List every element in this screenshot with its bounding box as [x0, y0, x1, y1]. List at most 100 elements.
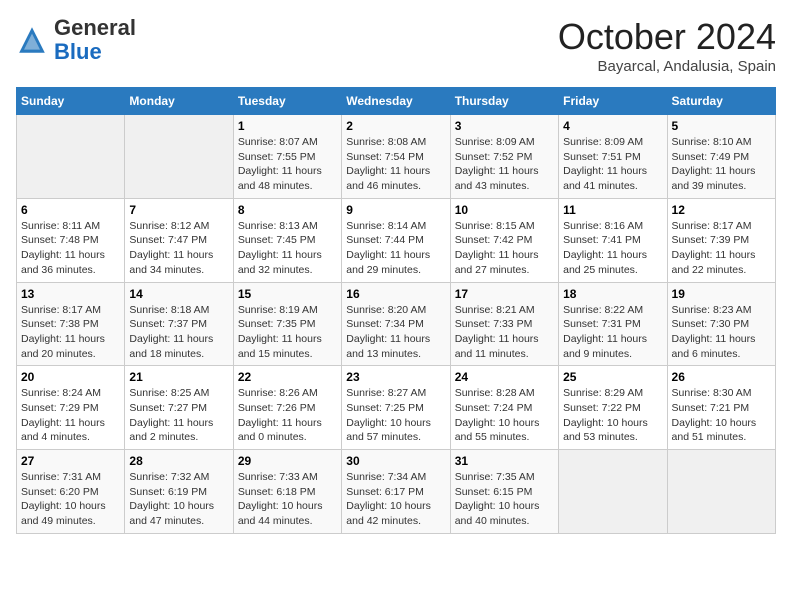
day-number: 17 — [455, 287, 554, 301]
calendar-cell: 16 Sunrise: 8:20 AM Sunset: 7:34 PM Dayli… — [342, 282, 450, 366]
calendar-week-row: 13 Sunrise: 8:17 AM Sunset: 7:38 PM Dayli… — [17, 282, 776, 366]
calendar-cell: 22Sunrise: 8:26 AM Sunset: 7:26 PM Dayli… — [233, 366, 341, 450]
calendar-week-row: 1 Sunrise: 8:07 AM Sunset: 7:55 PM Daylig… — [17, 115, 776, 199]
calendar-week-row: 6 Sunrise: 8:11 AM Sunset: 7:48 PM Daylig… — [17, 198, 776, 282]
day-number: 13 — [21, 287, 120, 301]
logo-icon — [16, 24, 48, 56]
day-number: 19 — [672, 287, 771, 301]
page-header: General Blue October 2024 Bayarcal, Anda… — [16, 16, 776, 75]
calendar-cell: 9 Sunrise: 8:14 AM Sunset: 7:44 PM Daylig… — [342, 198, 450, 282]
day-number: 7 — [129, 203, 228, 217]
day-number: 10 — [455, 203, 554, 217]
day-info: Sunrise: 7:34 AM Sunset: 6:17 PM Dayligh… — [346, 470, 445, 529]
day-number: 8 — [238, 203, 337, 217]
calendar-cell: 13 Sunrise: 8:17 AM Sunset: 7:38 PM Dayli… — [17, 282, 125, 366]
day-info: Sunrise: 8:25 AM Sunset: 7:27 PM Dayligh… — [129, 386, 228, 445]
day-info: Sunrise: 8:16 AM Sunset: 7:41 PM Dayligh… — [563, 219, 662, 278]
weekday-header: Thursday — [450, 88, 558, 115]
calendar-cell: 19 Sunrise: 8:23 AM Sunset: 7:30 PM Dayli… — [667, 282, 775, 366]
day-number: 18 — [563, 287, 662, 301]
day-info: Sunrise: 8:15 AM Sunset: 7:42 PM Dayligh… — [455, 219, 554, 278]
calendar-cell: 26 Sunrise: 8:30 AM Sunset: 7:21 PM Dayli… — [667, 366, 775, 450]
calendar-cell: 12 Sunrise: 8:17 AM Sunset: 7:39 PM Dayli… — [667, 198, 775, 282]
weekday-header: Saturday — [667, 88, 775, 115]
day-info: Sunrise: 8:17 AM Sunset: 7:39 PM Dayligh… — [672, 219, 771, 278]
day-info: Sunrise: 8:09 AM Sunset: 7:51 PM Dayligh… — [563, 135, 662, 194]
day-info: Sunrise: 8:22 AM Sunset: 7:31 PM Dayligh… — [563, 303, 662, 362]
logo-blue-text: Blue — [54, 39, 102, 64]
day-number: 26 — [672, 370, 771, 384]
day-info: Sunrise: 7:31 AM Sunset: 6:20 PM Dayligh… — [21, 470, 120, 529]
weekday-header: Tuesday — [233, 88, 341, 115]
day-info: Sunrise: 7:33 AM Sunset: 6:18 PM Dayligh… — [238, 470, 337, 529]
calendar-cell: 31Sunrise: 7:35 AM Sunset: 6:15 PM Dayli… — [450, 450, 558, 534]
day-info: Sunrise: 8:20 AM Sunset: 7:34 PM Dayligh… — [346, 303, 445, 362]
calendar-cell — [17, 115, 125, 199]
day-number: 24 — [455, 370, 554, 384]
day-number: 30 — [346, 454, 445, 468]
day-number: 21 — [129, 370, 228, 384]
calendar-cell: 2 Sunrise: 8:08 AM Sunset: 7:54 PM Daylig… — [342, 115, 450, 199]
calendar-cell: 18 Sunrise: 8:22 AM Sunset: 7:31 PM Dayli… — [559, 282, 667, 366]
calendar-header: SundayMondayTuesdayWednesdayThursdayFrid… — [17, 88, 776, 115]
day-info: Sunrise: 7:35 AM Sunset: 6:15 PM Dayligh… — [455, 470, 554, 529]
calendar-cell: 14Sunrise: 8:18 AM Sunset: 7:37 PM Dayli… — [125, 282, 233, 366]
day-info: Sunrise: 8:27 AM Sunset: 7:25 PM Dayligh… — [346, 386, 445, 445]
day-number: 27 — [21, 454, 120, 468]
day-info: Sunrise: 8:23 AM Sunset: 7:30 PM Dayligh… — [672, 303, 771, 362]
calendar-cell: 5Sunrise: 8:10 AM Sunset: 7:49 PM Daylig… — [667, 115, 775, 199]
calendar-cell — [667, 450, 775, 534]
calendar-week-row: 20Sunrise: 8:24 AM Sunset: 7:29 PM Dayli… — [17, 366, 776, 450]
calendar-cell: 4 Sunrise: 8:09 AM Sunset: 7:51 PM Daylig… — [559, 115, 667, 199]
month-title: October 2024 — [558, 16, 776, 58]
day-number: 2 — [346, 119, 445, 133]
calendar-cell: 3Sunrise: 8:09 AM Sunset: 7:52 PM Daylig… — [450, 115, 558, 199]
day-number: 4 — [563, 119, 662, 133]
day-number: 22 — [238, 370, 337, 384]
day-number: 6 — [21, 203, 120, 217]
calendar-cell: 7Sunrise: 8:12 AM Sunset: 7:47 PM Daylig… — [125, 198, 233, 282]
day-info: Sunrise: 8:13 AM Sunset: 7:45 PM Dayligh… — [238, 219, 337, 278]
calendar-cell: 30 Sunrise: 7:34 AM Sunset: 6:17 PM Dayli… — [342, 450, 450, 534]
calendar-cell: 1 Sunrise: 8:07 AM Sunset: 7:55 PM Daylig… — [233, 115, 341, 199]
calendar-cell: 10 Sunrise: 8:15 AM Sunset: 7:42 PM Dayli… — [450, 198, 558, 282]
weekday-row: SundayMondayTuesdayWednesdayThursdayFrid… — [17, 88, 776, 115]
day-info: Sunrise: 8:09 AM Sunset: 7:52 PM Dayligh… — [455, 135, 554, 194]
location: Bayarcal, Andalusia, Spain — [558, 58, 776, 75]
weekday-header: Friday — [559, 88, 667, 115]
calendar-table: SundayMondayTuesdayWednesdayThursdayFrid… — [16, 87, 776, 534]
day-number: 23 — [346, 370, 445, 384]
day-number: 15 — [238, 287, 337, 301]
day-number: 29 — [238, 454, 337, 468]
day-number: 16 — [346, 287, 445, 301]
calendar-cell: 15 Sunrise: 8:19 AM Sunset: 7:35 PM Dayli… — [233, 282, 341, 366]
calendar-cell — [559, 450, 667, 534]
day-number: 9 — [346, 203, 445, 217]
day-info: Sunrise: 8:29 AM Sunset: 7:22 PM Dayligh… — [563, 386, 662, 445]
logo: General Blue — [16, 16, 136, 64]
day-info: Sunrise: 8:07 AM Sunset: 7:55 PM Dayligh… — [238, 135, 337, 194]
day-number: 1 — [238, 119, 337, 133]
calendar-cell — [125, 115, 233, 199]
day-info: Sunrise: 8:30 AM Sunset: 7:21 PM Dayligh… — [672, 386, 771, 445]
calendar-body: 1 Sunrise: 8:07 AM Sunset: 7:55 PM Daylig… — [17, 115, 776, 534]
day-info: Sunrise: 8:17 AM Sunset: 7:38 PM Dayligh… — [21, 303, 120, 362]
day-info: Sunrise: 8:19 AM Sunset: 7:35 PM Dayligh… — [238, 303, 337, 362]
day-info: Sunrise: 7:32 AM Sunset: 6:19 PM Dayligh… — [129, 470, 228, 529]
day-info: Sunrise: 8:24 AM Sunset: 7:29 PM Dayligh… — [21, 386, 120, 445]
day-info: Sunrise: 8:08 AM Sunset: 7:54 PM Dayligh… — [346, 135, 445, 194]
calendar-cell: 8 Sunrise: 8:13 AM Sunset: 7:45 PM Daylig… — [233, 198, 341, 282]
weekday-header: Sunday — [17, 88, 125, 115]
day-info: Sunrise: 8:14 AM Sunset: 7:44 PM Dayligh… — [346, 219, 445, 278]
calendar-cell: 24 Sunrise: 8:28 AM Sunset: 7:24 PM Dayli… — [450, 366, 558, 450]
logo-general-text: General — [54, 15, 136, 40]
calendar-cell: 17 Sunrise: 8:21 AM Sunset: 7:33 PM Dayli… — [450, 282, 558, 366]
day-info: Sunrise: 8:28 AM Sunset: 7:24 PM Dayligh… — [455, 386, 554, 445]
weekday-header: Wednesday — [342, 88, 450, 115]
day-number: 12 — [672, 203, 771, 217]
calendar-cell: 23 Sunrise: 8:27 AM Sunset: 7:25 PM Dayli… — [342, 366, 450, 450]
day-info: Sunrise: 8:21 AM Sunset: 7:33 PM Dayligh… — [455, 303, 554, 362]
day-number: 11 — [563, 203, 662, 217]
day-info: Sunrise: 8:11 AM Sunset: 7:48 PM Dayligh… — [21, 219, 120, 278]
calendar-cell: 27 Sunrise: 7:31 AM Sunset: 6:20 PM Dayli… — [17, 450, 125, 534]
